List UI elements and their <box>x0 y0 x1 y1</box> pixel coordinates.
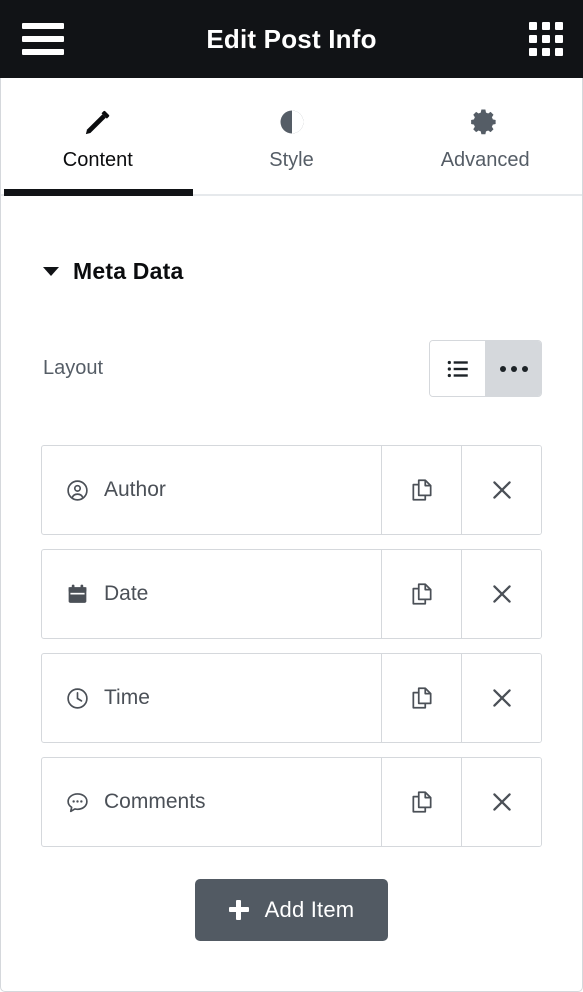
layout-control-row: Layout <box>41 340 542 397</box>
list-item[interactable]: Comments <box>41 757 542 847</box>
ellipsis-icon <box>499 365 528 372</box>
duplicate-item-button[interactable] <box>381 758 461 846</box>
remove-item-button[interactable] <box>461 758 541 846</box>
tab-label: Advanced <box>440 148 530 171</box>
duplicate-item-button[interactable] <box>381 446 461 534</box>
list-item-handle[interactable]: Comments <box>42 758 381 846</box>
tab-content[interactable]: Content <box>1 78 195 196</box>
copy-icon <box>409 581 435 607</box>
list-item[interactable]: Time <box>41 653 542 743</box>
hamburger-bar <box>22 23 64 29</box>
duplicate-item-button[interactable] <box>381 654 461 742</box>
top-bar: Edit Post Info <box>0 0 583 78</box>
tab-label: Content <box>62 148 133 171</box>
close-icon <box>489 685 515 711</box>
user-circle-icon <box>65 478 90 503</box>
copy-icon <box>409 789 435 815</box>
duplicate-item-button[interactable] <box>381 550 461 638</box>
layout-label: Layout <box>43 357 104 379</box>
list-item-handle[interactable]: Author <box>42 446 381 534</box>
comment-icon <box>65 790 90 815</box>
apps-grid-icon[interactable] <box>529 22 563 56</box>
content-area: Meta Data Layout Author Date Time Commen… <box>1 196 582 991</box>
layout-option-stacked[interactable] <box>430 341 485 396</box>
close-icon <box>489 789 515 815</box>
hamburger-bar <box>22 49 64 55</box>
copy-icon <box>409 685 435 711</box>
tab-advanced[interactable]: Advanced <box>388 78 582 194</box>
clock-icon <box>65 686 90 711</box>
remove-item-button[interactable] <box>461 654 541 742</box>
add-item-row: Add Item <box>41 879 542 941</box>
remove-item-button[interactable] <box>461 550 541 638</box>
calendar-icon <box>65 582 90 607</box>
edit-post-info-panel: Edit Post Info Content Style Advanced Me… <box>0 0 583 992</box>
section-header-meta-data[interactable]: Meta Data <box>41 196 542 285</box>
close-icon <box>489 477 515 503</box>
layout-option-inline[interactable] <box>485 341 541 396</box>
tab-bar: Content Style Advanced <box>1 78 582 196</box>
hamburger-menu-icon[interactable] <box>20 20 66 58</box>
plus-icon <box>228 900 249 920</box>
list-item-handle[interactable]: Time <box>42 654 381 742</box>
list-item[interactable]: Date <box>41 549 542 639</box>
list-item-label: Author <box>104 478 166 501</box>
hamburger-bar <box>22 36 64 42</box>
list-icon <box>445 356 471 382</box>
caret-down-icon <box>43 267 59 276</box>
copy-icon <box>409 477 435 503</box>
gear-icon <box>470 107 500 137</box>
panel-body: Content Style Advanced Meta Data Layout … <box>0 78 583 992</box>
pencil-icon <box>83 107 113 137</box>
add-item-label: Add Item <box>264 897 355 922</box>
remove-item-button[interactable] <box>461 446 541 534</box>
tab-style[interactable]: Style <box>195 78 389 194</box>
panel-title: Edit Post Info <box>206 23 377 54</box>
list-item-label: Comments <box>104 790 206 813</box>
contrast-icon <box>277 107 307 137</box>
meta-data-item-list: Author Date Time Comments <box>41 445 542 847</box>
list-item-label: Time <box>104 686 150 709</box>
add-item-button[interactable]: Add Item <box>194 879 389 941</box>
layout-choices <box>429 340 542 397</box>
list-item-handle[interactable]: Date <box>42 550 381 638</box>
section-title: Meta Data <box>73 258 184 284</box>
close-icon <box>489 581 515 607</box>
list-item[interactable]: Author <box>41 445 542 535</box>
list-item-label: Date <box>104 582 149 605</box>
tab-label: Style <box>269 148 314 171</box>
